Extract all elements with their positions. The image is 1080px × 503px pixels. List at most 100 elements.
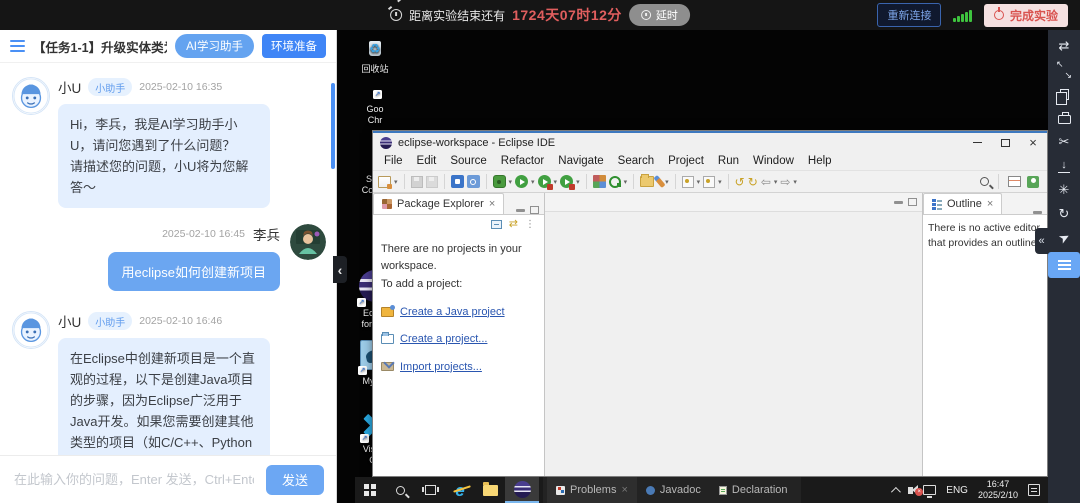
run-icon[interactable] xyxy=(515,175,528,188)
create-java-project-link[interactable]: Create a Java project xyxy=(381,304,536,321)
menu-list-icon[interactable] xyxy=(10,40,25,43)
chat-collapse-handle[interactable]: ‹ xyxy=(333,256,347,283)
question-input[interactable] xyxy=(12,471,256,488)
recycle-bin-icon: ♻ xyxy=(369,41,381,56)
tab-problems[interactable]: Problems × xyxy=(547,477,637,503)
taskbar-search-button[interactable] xyxy=(385,477,415,503)
menu-navigate[interactable]: Navigate xyxy=(551,155,610,167)
desktop-icon-chrome[interactable]: ↗ Goo Chr xyxy=(351,92,399,127)
language-indicator[interactable]: ENG xyxy=(946,485,968,496)
muted-speaker-icon[interactable] xyxy=(908,487,913,494)
annotation-next-icon[interactable] xyxy=(703,176,715,188)
minimize-view-icon[interactable] xyxy=(894,201,903,204)
new-wizard-icon[interactable] xyxy=(378,176,391,188)
menu-source[interactable]: Source xyxy=(443,155,493,167)
tab-close-icon[interactable]: × xyxy=(621,484,627,496)
minimize-button[interactable] xyxy=(963,133,991,152)
minimize-view-icon[interactable] xyxy=(1033,211,1042,214)
window-title-bar[interactable]: eclipse-workspace - Eclipse IDE × xyxy=(373,133,1047,152)
close-button[interactable]: × xyxy=(1019,133,1047,152)
editor-area[interactable] xyxy=(545,193,923,476)
tab-outline[interactable]: Outline × xyxy=(923,193,1002,214)
menu-run[interactable]: Run xyxy=(711,155,746,167)
save-icon[interactable] xyxy=(411,176,423,188)
ie-button[interactable]: e xyxy=(445,477,475,503)
collapse-all-icon[interactable] xyxy=(491,220,502,229)
annotation-icon[interactable] xyxy=(682,176,694,188)
download-icon[interactable]: ↓ xyxy=(1048,156,1080,176)
link-editor-icon[interactable]: ⇄ xyxy=(509,219,518,230)
menu-file[interactable]: File xyxy=(377,155,410,167)
reconnect-button[interactable]: 重新连接 xyxy=(877,3,941,27)
toolbox-icon[interactable] xyxy=(1048,108,1080,128)
chevron-up-icon[interactable] xyxy=(891,486,901,496)
eclipse-taskbar-button[interactable] xyxy=(505,477,539,503)
debug-icon[interactable] xyxy=(493,175,506,188)
run-external-icon[interactable] xyxy=(538,175,551,188)
redo-arrow-icon[interactable]: ↻ xyxy=(748,176,758,188)
search-blue-icon[interactable] xyxy=(467,175,480,188)
tab-close-icon[interactable]: × xyxy=(987,198,993,210)
menu-help[interactable]: Help xyxy=(801,155,839,167)
view-menu-icon[interactable]: ⋮ xyxy=(525,219,536,230)
open-element-icon[interactable] xyxy=(451,175,464,188)
import-projects-link[interactable]: Import projects... xyxy=(381,359,536,376)
send-plane-icon[interactable]: ➤ xyxy=(1048,228,1080,248)
shortcut-arrow-icon: ↗ xyxy=(373,90,382,99)
menu-search[interactable]: Search xyxy=(611,155,661,167)
task-view-button[interactable] xyxy=(415,477,445,503)
desktop-icon-recycle-bin[interactable]: ♻ 回收站 xyxy=(351,36,399,76)
maximize-view-icon[interactable] xyxy=(908,198,917,206)
create-project-link[interactable]: Create a project... xyxy=(381,331,536,348)
menu-project[interactable]: Project xyxy=(661,155,711,167)
coverage-icon[interactable] xyxy=(560,175,573,188)
scrollbar-thumb[interactable] xyxy=(331,83,335,169)
menu-window[interactable]: Window xyxy=(746,155,801,167)
perspective-icon[interactable] xyxy=(1027,176,1039,188)
tab-declaration[interactable]: Declaration xyxy=(710,477,797,503)
refresh-icon[interactable]: ↻ xyxy=(1048,204,1080,224)
signal-bars-icon xyxy=(953,9,972,22)
maximize-button[interactable] xyxy=(991,133,1019,152)
ai-assistant-tab[interactable]: AI学习助手 xyxy=(175,34,254,58)
assistant-message-2: 小U 小助手 2025-02-10 16:46 在Eclipse中创建新项目是一… xyxy=(0,311,336,455)
problems-icon xyxy=(556,486,565,495)
right-toolbar-rail: ⇄ ✂ ↓ ✳ ↻ ➤ xyxy=(1048,30,1080,503)
robot-avatar-graphic xyxy=(13,311,49,349)
settings-asterisk-icon[interactable]: ✳ xyxy=(1048,180,1080,200)
finish-experiment-button[interactable]: 完成实验 xyxy=(984,4,1068,27)
tab-package-explorer[interactable]: Package Explorer × xyxy=(373,193,504,214)
list-panel-button[interactable] xyxy=(1048,252,1080,278)
tab-close-icon[interactable]: × xyxy=(489,198,495,210)
java-perspective-icon[interactable] xyxy=(1008,176,1021,187)
start-button[interactable] xyxy=(355,477,385,503)
back-arrow-icon[interactable]: ⇦ xyxy=(761,176,771,188)
rail-collapse-handle[interactable]: « xyxy=(1035,228,1048,254)
new-grid-icon[interactable] xyxy=(593,175,606,188)
scissors-icon[interactable]: ✂ xyxy=(1048,132,1080,152)
torch-search-icon[interactable] xyxy=(654,175,666,188)
menu-edit[interactable]: Edit xyxy=(410,155,444,167)
save-all-icon[interactable] xyxy=(426,176,438,188)
file-explorer-button[interactable] xyxy=(475,477,505,503)
outline-panel: Outline × There is no active editor that… xyxy=(923,193,1047,476)
notification-icon[interactable] xyxy=(1028,484,1040,496)
update-icon[interactable] xyxy=(609,176,621,188)
copy-icon[interactable] xyxy=(1048,84,1080,104)
tab-javadoc[interactable]: Javadoc xyxy=(637,477,710,503)
send-button[interactable]: 发送 xyxy=(266,465,324,495)
empty-workspace-text: There are no projects in your workspace. xyxy=(381,241,536,274)
minimize-view-icon[interactable] xyxy=(516,209,525,212)
env-prep-tab[interactable]: 环境准备 xyxy=(262,34,326,58)
swap-arrows-icon[interactable]: ⇄ xyxy=(1048,36,1080,56)
maximize-view-icon[interactable] xyxy=(530,206,539,214)
undo-arrow-icon[interactable]: ↺ xyxy=(735,176,745,188)
menu-refactor[interactable]: Refactor xyxy=(494,155,551,167)
magnifier-icon[interactable] xyxy=(980,177,989,186)
taskbar-clock[interactable]: 16:47 2025/2/10 xyxy=(978,479,1018,502)
network-icon[interactable] xyxy=(923,485,936,495)
delay-button[interactable]: 延时 xyxy=(629,4,690,26)
expand-icon[interactable] xyxy=(1048,60,1080,80)
open-folder-icon[interactable] xyxy=(640,176,654,187)
forward-arrow-icon[interactable]: ⇨ xyxy=(780,176,790,188)
